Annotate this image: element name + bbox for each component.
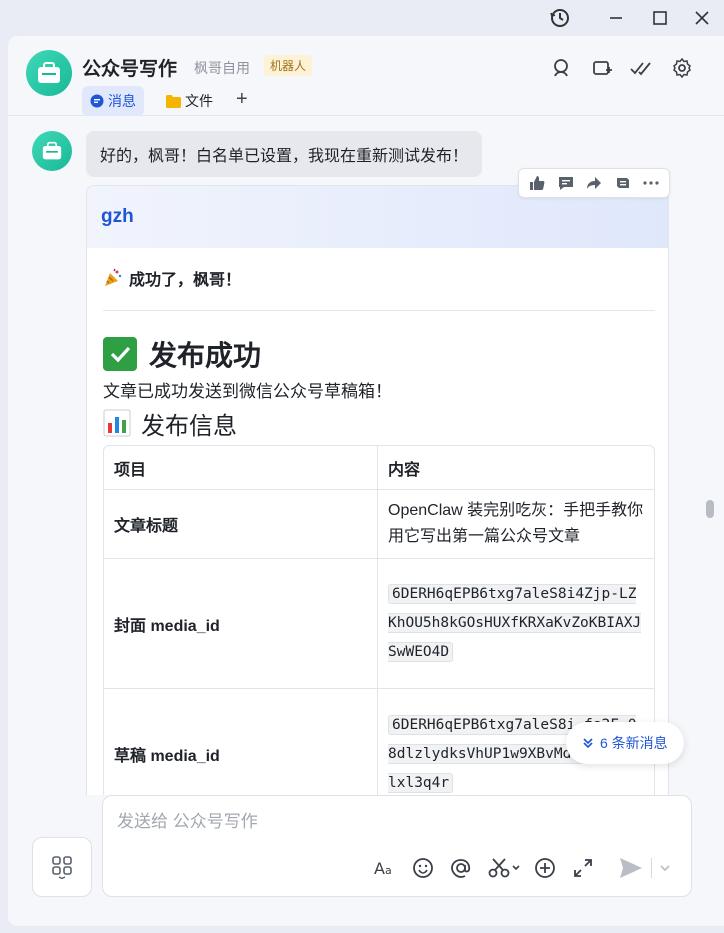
message-input[interactable]	[117, 812, 677, 832]
add-member-icon[interactable]	[588, 54, 616, 82]
add-circle-icon[interactable]	[531, 854, 559, 882]
double-chevron-down-icon	[583, 738, 593, 749]
message-action-bar	[518, 168, 670, 198]
row-label: 文章标题	[104, 490, 378, 559]
text-format-icon[interactable]: Aa	[371, 854, 399, 882]
card-title: gzh	[101, 206, 134, 227]
apps-grid-icon	[52, 856, 72, 879]
card-body: 成功了，枫哥！ 发布成功 文章已成功发送到微信公众号草稿箱！ 发布信息 项目 内…	[87, 248, 668, 795]
send-icon[interactable]	[617, 854, 645, 882]
table-header-item: 项目	[104, 446, 378, 490]
send-divider	[649, 854, 653, 882]
message-bubble: 好的，枫哥！白名单已设置，我现在重新测试发布！	[86, 131, 483, 177]
bar-chart-icon	[103, 409, 131, 437]
cover-media-id[interactable]: 6DERH6qEPB6txg7aleS8i4Zjp-LZKhOU5h8kGOsH…	[388, 584, 642, 662]
tab-files-label: 文件	[185, 93, 213, 109]
emoji-icon[interactable]	[409, 854, 437, 882]
new-messages-label: 6 条新消息	[600, 735, 668, 751]
table-row: 文章标题 OpenClaw 装完别吃灰：手把手教你用它写出第一篇公众号文章	[104, 490, 654, 559]
search-icon[interactable]	[548, 54, 576, 82]
close-icon[interactable]	[688, 4, 716, 32]
row-label: 草稿 media_id	[104, 689, 378, 795]
chat-header: 公众号写作 枫哥自用 机器人 消息 文件 +	[8, 36, 724, 116]
bot-badge: 机器人	[264, 55, 313, 76]
card-divider	[103, 310, 655, 311]
history-icon[interactable]	[546, 4, 574, 32]
task-check-icon[interactable]	[626, 54, 654, 82]
table-header-row: 项目 内容	[104, 446, 654, 490]
tab-files[interactable]: 文件	[158, 86, 221, 116]
tab-messages-label: 消息	[108, 93, 136, 109]
success-line: 成功了，枫哥！	[103, 264, 654, 292]
minimize-icon[interactable]	[602, 4, 630, 32]
row-label: 封面 media_id	[104, 559, 378, 689]
info-heading-text: 发布信息	[141, 412, 237, 440]
add-tab-button[interactable]: +	[236, 88, 248, 111]
message-bot-avatar[interactable]	[32, 131, 72, 171]
publish-heading: 发布成功	[103, 335, 654, 373]
scrollbar-thumb[interactable]	[706, 500, 714, 518]
table-header-content: 内容	[378, 446, 654, 490]
window-titlebar	[0, 0, 724, 36]
publish-heading-text: 发布成功	[149, 340, 262, 371]
publish-description: 文章已成功发送到微信公众号草稿箱！	[103, 382, 392, 401]
chat-subtitle: 枫哥自用	[194, 60, 250, 76]
message-composer: Aa	[102, 795, 692, 897]
send-options-chevron-icon[interactable]	[655, 854, 675, 882]
forward-icon[interactable]	[581, 171, 607, 195]
svg-text:A: A	[374, 859, 385, 878]
chat-title: 公众号写作	[82, 59, 178, 80]
apps-grid-button[interactable]	[32, 837, 92, 897]
table-row: 封面 media_id 6DERH6qEPB6txg7aleS8i4Zjp-LZ…	[104, 559, 654, 689]
info-heading: 发布信息	[103, 405, 654, 441]
svg-text:a: a	[385, 864, 392, 877]
new-messages-button[interactable]: 6 条新消息	[566, 722, 684, 764]
mention-icon[interactable]	[447, 854, 475, 882]
pin-icon[interactable]	[609, 171, 635, 195]
comment-icon[interactable]	[553, 171, 579, 195]
bot-avatar[interactable]	[26, 50, 72, 96]
maximize-icon[interactable]	[646, 4, 674, 32]
folder-icon	[166, 94, 181, 108]
expand-icon[interactable]	[569, 854, 597, 882]
message-card: gzh 成功了，枫哥！ 发布成功 文章已成功发送到微信公众号草稿箱！ 发布信息 …	[86, 185, 669, 795]
party-popper-icon	[105, 268, 122, 286]
thumbs-up-icon[interactable]	[524, 171, 550, 195]
success-text: 成功了，枫哥！	[129, 272, 242, 289]
message-list: 好的，枫哥！白名单已设置，我现在重新测试发布！ gzh 成功了，枫哥！ 发布成功…	[8, 117, 724, 795]
check-mark-icon	[103, 337, 137, 371]
screenshot-scissors-icon[interactable]	[487, 854, 523, 882]
tab-messages[interactable]: 消息	[82, 86, 144, 116]
chat-panel: 公众号写作 枫哥自用 机器人 消息 文件 + 好的，枫哥！白名单已设置，我现在重…	[8, 36, 724, 926]
row-value: OpenClaw 装完别吃灰：手把手教你用它写出第一篇公众号文章	[378, 490, 654, 559]
chat-bubble-icon	[90, 94, 104, 108]
settings-gear-icon[interactable]	[668, 54, 696, 82]
row-value-cell: 6DERH6qEPB6txg7aleS8i4Zjp-LZKhOU5h8kGOsH…	[378, 559, 654, 689]
more-icon[interactable]	[638, 171, 664, 195]
